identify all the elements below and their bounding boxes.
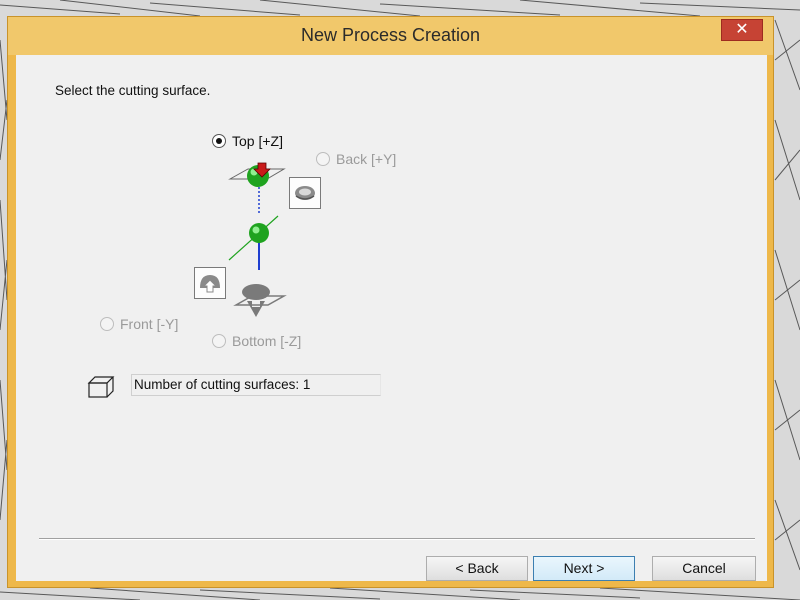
radio-bottom-label: Bottom [-Z] <box>232 333 302 349</box>
back-button[interactable]: < Back <box>426 556 528 581</box>
radio-back-label: Back [+Y] <box>336 151 397 167</box>
next-button[interactable]: Next > <box>533 556 635 581</box>
radio-back-indicator[interactable] <box>316 152 330 166</box>
dialog-title: New Process Creation <box>300 25 481 45</box>
radio-bottom-indicator[interactable] <box>212 334 226 348</box>
top-surface-glyph <box>228 165 286 187</box>
radio-top[interactable]: Top [+Z] <box>212 133 283 149</box>
radio-bottom[interactable]: Bottom [-Z] <box>212 333 301 349</box>
front-surface-button[interactable] <box>194 267 226 299</box>
surface-front-icon <box>200 275 220 293</box>
title-bar[interactable]: New Process Creation ✕ <box>8 17 773 55</box>
cancel-button[interactable]: Cancel <box>652 556 756 581</box>
surface-back-icon <box>295 186 315 200</box>
radio-top-label: Top [+Z] <box>232 133 283 149</box>
dialog-content: Select the cutting surface. Top [+Z] Bac… <box>16 55 767 581</box>
close-icon: ✕ <box>735 21 749 38</box>
bottom-surface-glyph <box>233 284 287 317</box>
radio-front[interactable]: Front [-Y] <box>100 316 178 332</box>
back-surface-button[interactable] <box>289 177 321 209</box>
origin-sphere <box>249 223 269 243</box>
cutting-surface-count: Number of cutting surfaces: 1 <box>131 374 381 396</box>
close-button[interactable]: ✕ <box>721 19 763 41</box>
cube-icon <box>87 376 115 398</box>
dialog-window: New Process Creation ✕ Select the cuttin… <box>7 16 774 588</box>
radio-top-indicator[interactable] <box>212 134 226 148</box>
radio-front-label: Front [-Y] <box>120 316 179 332</box>
footer-divider <box>39 538 755 540</box>
radio-front-indicator[interactable] <box>100 317 114 331</box>
radio-back[interactable]: Back [+Y] <box>316 151 396 167</box>
